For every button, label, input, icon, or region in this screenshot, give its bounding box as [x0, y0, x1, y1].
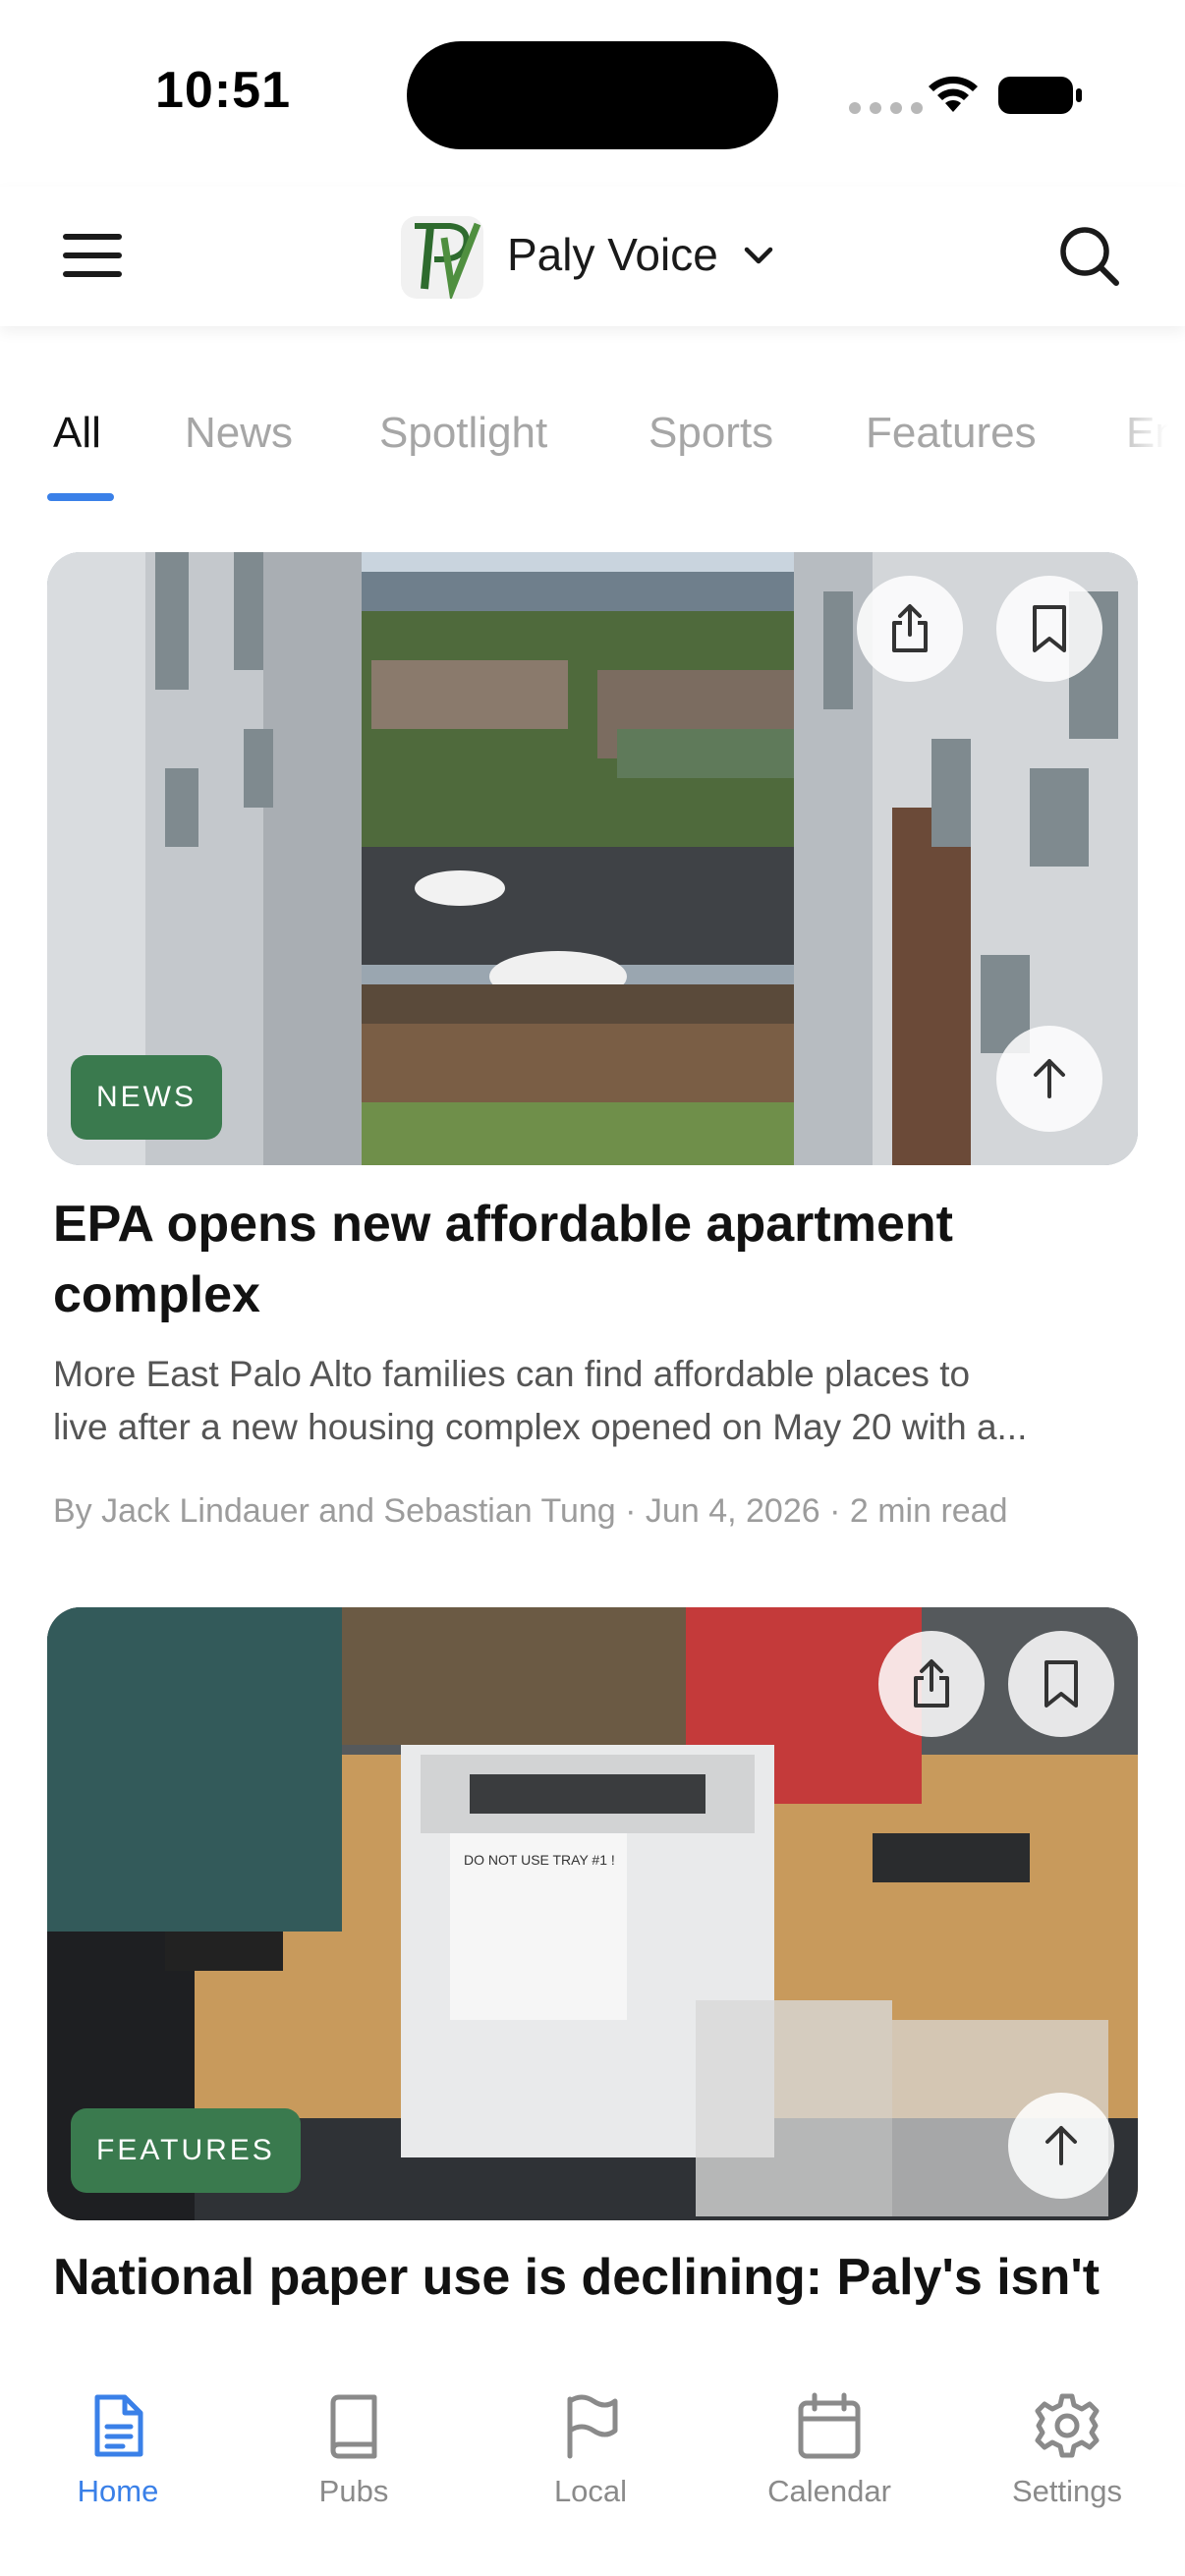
- search-icon[interactable]: [1055, 222, 1124, 291]
- bottom-tab-bar: Home Pubs Local Calendar Settings: [0, 2328, 1185, 2576]
- tab-news[interactable]: News: [185, 409, 293, 458]
- tab-all[interactable]: All: [53, 409, 101, 458]
- dynamic-island: [407, 41, 778, 149]
- paly-voice-logo[interactable]: [401, 216, 483, 299]
- wifi-icon: [929, 76, 978, 112]
- battery-icon: [998, 77, 1082, 114]
- menu-icon: [63, 234, 122, 240]
- nav-local[interactable]: Local: [492, 2391, 689, 2509]
- nav-home[interactable]: Home: [20, 2391, 216, 2509]
- category-badge[interactable]: FEATURES: [71, 2108, 301, 2193]
- nav-label: Pubs: [318, 2474, 389, 2508]
- nav-calendar[interactable]: Calendar: [731, 2391, 928, 2509]
- article-excerpt: More East Palo Alto families can find af…: [53, 1354, 1028, 1447]
- calendar-icon: [798, 2392, 861, 2459]
- article-headline[interactable]: EPA opens new affordable apartment compl…: [53, 1189, 1134, 1330]
- tab-sports[interactable]: Sports: [649, 409, 773, 458]
- nav-pubs[interactable]: Pubs: [255, 2391, 452, 2509]
- scroll-to-top-button[interactable]: [1008, 2093, 1114, 2199]
- article-image[interactable]: DO NOT USE TRAY #1 ! FEATURES: [47, 1607, 1138, 2220]
- share-button[interactable]: [857, 576, 963, 682]
- tab-features[interactable]: Features: [866, 409, 1037, 458]
- bookmark-button[interactable]: [996, 576, 1102, 682]
- status-time: 10:51: [155, 62, 291, 119]
- app-header: Paly Voice: [0, 187, 1185, 326]
- publication-title[interactable]: Paly Voice: [507, 228, 718, 281]
- article-headline[interactable]: National paper use is declining: Paly's …: [53, 2242, 1134, 2313]
- flag-icon: [567, 2394, 618, 2459]
- category-tabs: All News Spotlight Sports Features En: [0, 373, 1185, 507]
- nav-label: Calendar: [767, 2474, 891, 2508]
- share-button[interactable]: [878, 1631, 985, 1737]
- scroll-to-top-button[interactable]: [996, 1026, 1102, 1132]
- cellular-signal-icon: [849, 102, 923, 114]
- chevron-down-icon[interactable]: [741, 242, 776, 271]
- tabs-fade: [1100, 373, 1185, 507]
- document-icon: [94, 2394, 143, 2457]
- arrow-up-icon: [1045, 2126, 1077, 2165]
- nav-label: Local: [553, 2474, 628, 2508]
- gear-icon: [1035, 2393, 1100, 2458]
- tab-spotlight[interactable]: Spotlight: [379, 409, 547, 458]
- arrow-up-icon: [1034, 1059, 1065, 1098]
- share-icon: [892, 604, 928, 652]
- share-icon: [914, 1659, 949, 1708]
- nav-settings[interactable]: Settings: [969, 2391, 1165, 2509]
- nav-label: Home: [77, 2474, 159, 2508]
- bookmark-icon: [1033, 605, 1066, 652]
- book-icon: [330, 2394, 377, 2459]
- bookmark-icon: [1044, 1660, 1078, 1708]
- status-bar: 10:51: [0, 0, 1185, 187]
- menu-button[interactable]: [57, 226, 132, 285]
- nav-label: Settings: [1011, 2474, 1122, 2508]
- article-byline: By Jack Lindauer and Sebastian Tung · Ju…: [53, 1492, 1008, 1530]
- category-badge[interactable]: NEWS: [71, 1055, 222, 1140]
- printer-sign-text: DO NOT USE TRAY #1 !: [464, 1852, 615, 1868]
- active-tab-indicator: [47, 493, 114, 501]
- bookmark-button[interactable]: [1008, 1631, 1114, 1737]
- article-image[interactable]: NEWS: [47, 552, 1138, 1165]
